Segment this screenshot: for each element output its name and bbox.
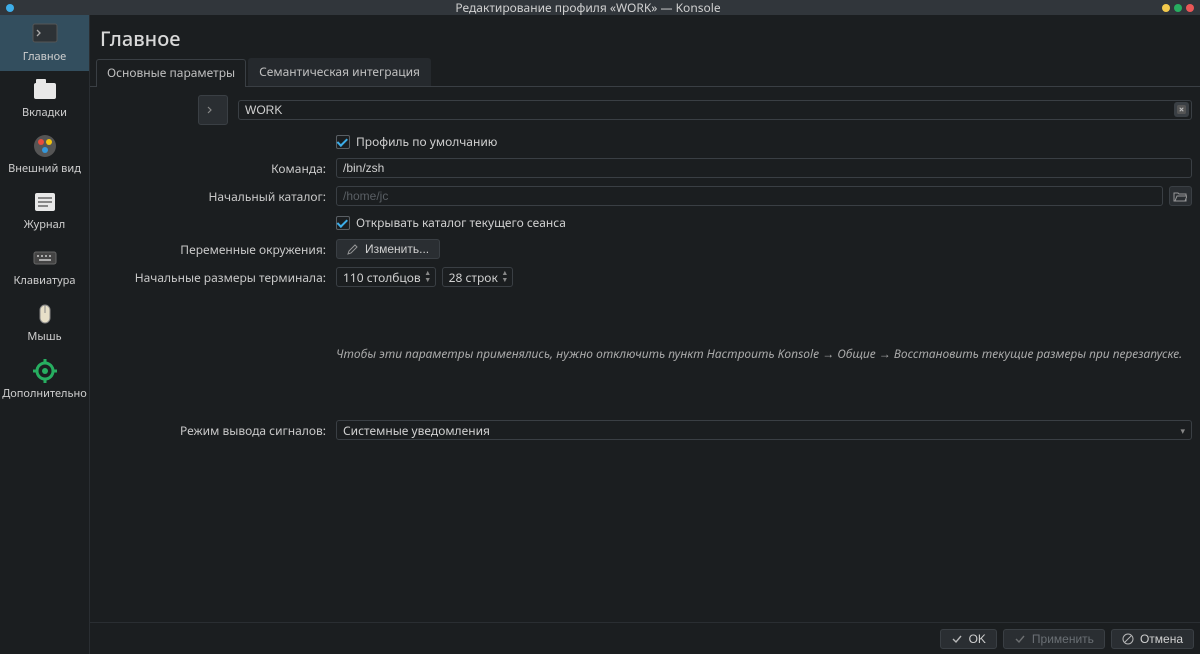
sidebar-item-label: Дополнительно <box>2 388 87 400</box>
edit-env-button[interactable]: Изменить... <box>336 239 440 259</box>
button-label: Отмена <box>1140 632 1183 646</box>
terminal-icon <box>32 21 58 47</box>
row-default-profile: Профиль по умолчанию <box>98 133 1192 150</box>
tabs: Основные параметры Семантическая интегра… <box>90 58 1200 87</box>
sidebar: Главное Вкладки Внешний вид Журнал <box>0 15 90 654</box>
command-label: Команда: <box>98 160 330 177</box>
page-title: Главное <box>90 15 1200 58</box>
sidebar-item-appearance[interactable]: Внешний вид <box>0 127 89 183</box>
button-label: Применить <box>1032 632 1094 646</box>
ok-button[interactable]: OK <box>940 629 997 649</box>
checkbox-label: Профиль по умолчанию <box>356 133 497 150</box>
folder-open-icon <box>1173 190 1187 202</box>
select-value: Системные уведомления <box>343 422 490 439</box>
sidebar-item-general[interactable]: Главное <box>0 15 89 71</box>
initial-dir-label: Начальный каталог: <box>98 188 330 205</box>
initial-dir-input[interactable] <box>336 186 1163 206</box>
button-label: Изменить... <box>365 242 429 256</box>
sidebar-item-tabs[interactable]: Вкладки <box>0 71 89 127</box>
titlebar: Редактирование профиля «WORK» — Konsole <box>0 0 1200 15</box>
open-session-dir-checkbox[interactable]: Открывать каталог текущего сеанса <box>336 214 566 231</box>
env-label: Переменные окружения: <box>98 241 330 258</box>
columns-stepper[interactable]: 110 столбцов ▲▼ <box>336 267 436 287</box>
sidebar-item-keyboard[interactable]: Клавиатура <box>0 239 89 295</box>
cancel-icon <box>1122 633 1134 645</box>
apply-button[interactable]: Применить <box>1003 629 1105 649</box>
sidebar-item-label: Клавиатура <box>13 275 75 287</box>
row-open-session-dir: Открывать каталог текущего сеанса <box>98 214 1192 231</box>
form-area: Профиль по умолчанию Команда: Начальный … <box>90 87 1200 622</box>
row-profile-name <box>98 95 1192 125</box>
keyboard-icon <box>32 245 58 271</box>
row-env: Переменные окружения: Изменить... <box>98 239 1192 259</box>
sidebar-item-label: Внешний вид <box>8 163 81 175</box>
command-input[interactable] <box>336 158 1192 178</box>
restart-hint: Чтобы эти параметры применялись, нужно о… <box>336 345 1182 362</box>
window-title: Редактирование профиля «WORK» — Konsole <box>14 0 1162 16</box>
row-hint: Чтобы эти параметры применялись, нужно о… <box>98 345 1192 362</box>
window-controls <box>1162 4 1194 12</box>
tabs-icon <box>32 77 58 103</box>
signal-mode-select[interactable]: Системные уведомления ▾ <box>336 420 1192 440</box>
pencil-icon <box>347 243 359 255</box>
check-icon <box>951 633 963 645</box>
dialog-buttons: OK Применить Отмена <box>90 622 1200 654</box>
browse-dir-button[interactable] <box>1169 186 1192 206</box>
chevron-down-icon: ▾ <box>1180 424 1185 437</box>
close-button[interactable] <box>1186 4 1194 12</box>
window-body: Главное Вкладки Внешний вид Журнал <box>0 15 1200 654</box>
palette-icon <box>32 133 58 159</box>
checkbox-icon <box>336 135 350 149</box>
window-menu-icon[interactable] <box>6 4 14 12</box>
clear-icon[interactable] <box>1174 102 1189 117</box>
sidebar-item-label: Мышь <box>27 331 61 343</box>
button-label: OK <box>969 632 986 646</box>
main-panel: Главное Основные параметры Семантическая… <box>90 15 1200 654</box>
window: Редактирование профиля «WORK» — Konsole … <box>0 0 1200 654</box>
sidebar-item-label: Журнал <box>24 219 65 231</box>
row-initial-dir: Начальный каталог: <box>98 186 1192 206</box>
rows-value: 28 строк <box>449 269 498 286</box>
gear-icon <box>32 358 58 384</box>
columns-value: 110 столбцов <box>343 269 421 286</box>
check-icon <box>1014 633 1026 645</box>
profile-icon-button[interactable] <box>198 95 228 125</box>
row-command: Команда: <box>98 158 1192 178</box>
history-icon <box>32 189 58 215</box>
cancel-button[interactable]: Отмена <box>1111 629 1194 649</box>
sidebar-item-scrolling[interactable]: Журнал <box>0 183 89 239</box>
minimize-button[interactable] <box>1162 4 1170 12</box>
profile-name-input[interactable] <box>238 100 1192 120</box>
tab-semantic[interactable]: Семантическая интеграция <box>248 58 431 86</box>
rows-stepper[interactable]: 28 строк ▲▼ <box>442 267 513 287</box>
terminal-size-label: Начальные размеры терминала: <box>98 269 330 286</box>
maximize-button[interactable] <box>1174 4 1182 12</box>
sidebar-item-advanced[interactable]: Дополнительно <box>0 352 89 408</box>
sidebar-item-label: Вкладки <box>22 107 67 119</box>
checkbox-icon <box>336 216 350 230</box>
default-profile-checkbox[interactable]: Профиль по умолчанию <box>336 133 497 150</box>
sidebar-item-mouse[interactable]: Мышь <box>0 295 89 351</box>
sidebar-item-label: Главное <box>23 51 66 63</box>
mouse-icon <box>32 301 58 327</box>
chevron-down-icon[interactable]: ▼ <box>500 278 510 284</box>
chevron-down-icon[interactable]: ▼ <box>423 278 433 284</box>
checkbox-label: Открывать каталог текущего сеанса <box>356 214 566 231</box>
row-signal-mode: Режим вывода сигналов: Системные уведомл… <box>98 420 1192 440</box>
signal-mode-label: Режим вывода сигналов: <box>98 422 330 439</box>
row-terminal-size: Начальные размеры терминала: 110 столбцо… <box>98 267 1192 287</box>
tab-general[interactable]: Основные параметры <box>96 59 246 87</box>
